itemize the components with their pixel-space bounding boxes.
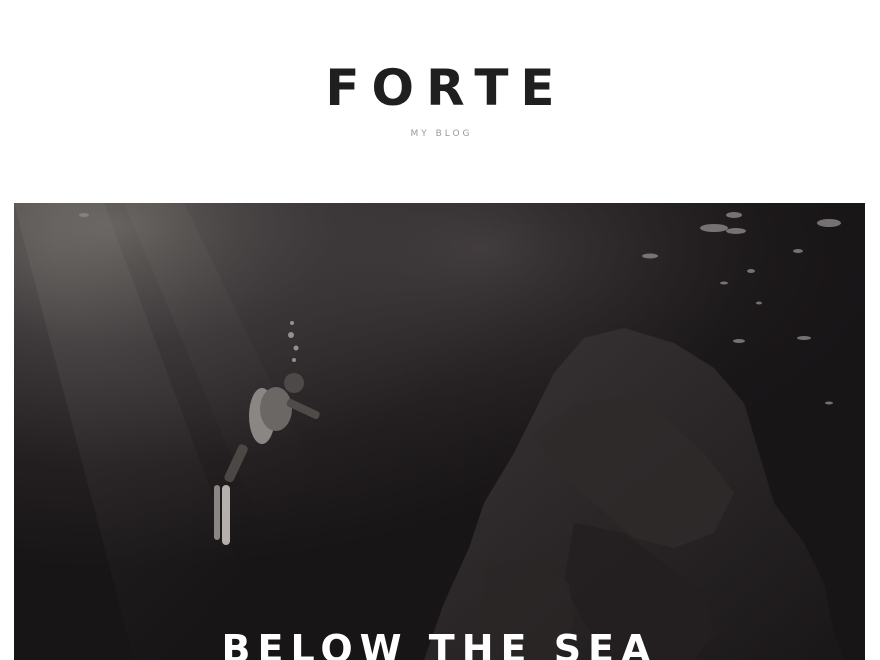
site-title[interactable]: FORTE [0,58,880,118]
hero-image [14,203,865,660]
site-header: FORTE MY BLOG [0,0,880,203]
site-tagline: MY BLOG [410,129,473,139]
featured-post-title[interactable]: BELOW THE SEA [14,621,865,660]
page: FORTE MY BLOG BELOW THE SEA [0,0,880,660]
featured-post-hero[interactable]: BELOW THE SEA [14,203,865,660]
